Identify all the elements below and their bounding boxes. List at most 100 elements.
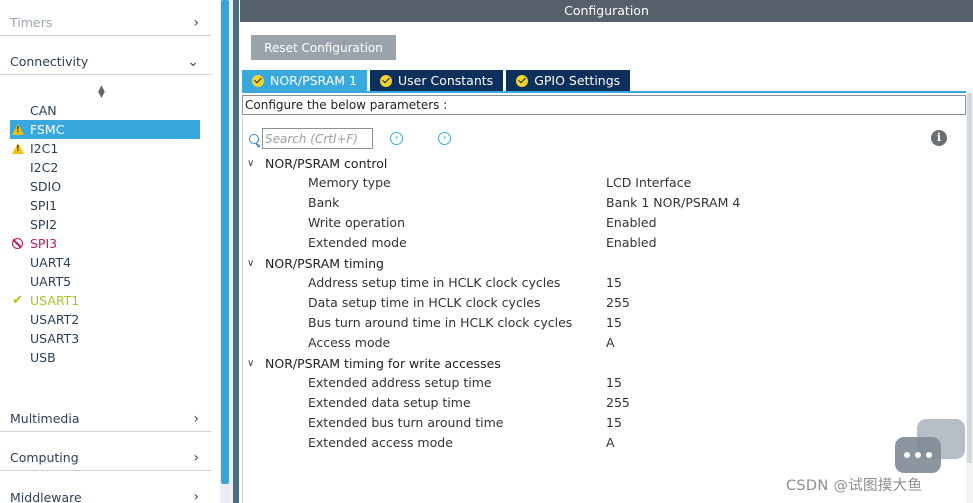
check-circle-icon bbox=[516, 74, 529, 87]
tab-gpio-settings[interactable]: GPIO Settings bbox=[506, 70, 631, 91]
peripheral-item[interactable]: USART3 bbox=[10, 329, 200, 348]
scrollbar-thumb[interactable] bbox=[221, 0, 229, 484]
parameter-row[interactable]: Extended mode Enabled bbox=[243, 233, 963, 253]
sort-icon[interactable]: ▲ ▼ bbox=[98, 85, 105, 100]
parameter-value[interactable]: Enabled bbox=[606, 213, 657, 233]
parameter-value[interactable]: 15 bbox=[606, 313, 622, 333]
tab-label: GPIO Settings bbox=[534, 73, 621, 88]
parameter-name: Data setup time in HCLK clock cycles bbox=[308, 295, 541, 310]
chat-bubble-icon bbox=[895, 419, 965, 473]
parameter-row[interactable]: Memory type LCD Interface bbox=[243, 173, 963, 193]
category-multimedia[interactable]: Multimedia › bbox=[0, 406, 211, 432]
parameter-row[interactable]: Bus turn around time in HCLK clock cycle… bbox=[243, 313, 963, 333]
category-label: Computing bbox=[10, 450, 79, 465]
parameter-value[interactable]: 15 bbox=[606, 373, 622, 393]
peripheral-label: USART1 bbox=[30, 293, 80, 308]
parameter-row[interactable]: Bank Bank 1 NOR/PSRAM 4 bbox=[243, 193, 963, 213]
peripheral-item[interactable]: UART4 bbox=[10, 253, 200, 272]
parameter-name: Write operation bbox=[308, 215, 405, 230]
reset-configuration-button[interactable]: Reset Configuration bbox=[251, 35, 396, 60]
parameter-name: Memory type bbox=[308, 175, 391, 190]
parameter-value[interactable]: 15 bbox=[606, 273, 622, 293]
sidebar-scrollbar[interactable] bbox=[220, 0, 230, 503]
peripheral-item[interactable]: SDIO bbox=[10, 177, 200, 196]
peripheral-label: CAN bbox=[30, 103, 57, 118]
expand-caret-icon[interactable]: ∨ bbox=[247, 358, 265, 369]
next-result-icon[interactable]: › bbox=[438, 132, 451, 145]
parameter-row[interactable]: Data setup time in HCLK clock cycles 255 bbox=[243, 293, 963, 313]
tab-underline bbox=[242, 91, 966, 93]
peripheral-item[interactable]: CAN bbox=[10, 101, 200, 120]
peripheral-item[interactable]: SPI1 bbox=[10, 196, 200, 215]
parameter-value[interactable]: 255 bbox=[606, 293, 630, 313]
peripheral-item[interactable]: I2C1 bbox=[10, 139, 200, 158]
category-label: Connectivity bbox=[10, 54, 89, 69]
peripheral-item[interactable]: FSMC bbox=[10, 120, 200, 139]
peripheral-item[interactable]: I2C2 bbox=[10, 158, 200, 177]
tab-user-constants[interactable]: User Constants bbox=[370, 70, 504, 91]
configure-parameters-label: Configure the below parameters : bbox=[242, 95, 966, 115]
peripheral-item[interactable]: SPI3 bbox=[10, 234, 200, 253]
parameter-value[interactable]: Bank 1 NOR/PSRAM 4 bbox=[606, 193, 740, 213]
parameter-value[interactable]: LCD Interface bbox=[606, 173, 691, 193]
chevron-right-icon: › bbox=[193, 489, 199, 503]
category-label: Middleware bbox=[10, 489, 82, 503]
category-sidebar: Timers › Connectivity ⌄ ▲▼ CAN FSMC I2C1 I2… bbox=[0, 0, 220, 503]
peripheral-label: UART4 bbox=[30, 255, 72, 270]
parameter-row[interactable]: Extended access mode A bbox=[243, 433, 963, 453]
parameter-group[interactable]: ∨ NOR/PSRAM timing for write accesses bbox=[247, 353, 501, 373]
parameter-value[interactable]: 255 bbox=[606, 393, 630, 413]
previous-result-icon[interactable]: ‹ bbox=[390, 132, 403, 145]
chevron-down-icon: ⌄ bbox=[187, 53, 199, 70]
category-connectivity[interactable]: Connectivity ⌄ bbox=[0, 49, 211, 75]
tab-bar: NOR/PSRAM 1 User Constants GPIO Settings bbox=[242, 70, 633, 91]
peripheral-list: CAN FSMC I2C1 I2C2 SDIO SPI1 SPI2 SPI3 UART4 UART… bbox=[10, 101, 200, 367]
panel-title: Configuration bbox=[240, 0, 973, 22]
expand-caret-icon[interactable]: ∨ bbox=[247, 158, 265, 169]
tab-nor-psram-1[interactable]: NOR/PSRAM 1 bbox=[242, 70, 367, 91]
category-computing[interactable]: Computing › bbox=[0, 445, 211, 471]
scrollbar-thumb[interactable] bbox=[967, 93, 972, 463]
search-input[interactable] bbox=[262, 128, 373, 149]
peripheral-label: SDIO bbox=[30, 179, 62, 194]
parameter-row[interactable]: Extended bus turn around time 15 bbox=[243, 413, 963, 433]
status-marker: ✔ bbox=[10, 293, 30, 308]
search-box bbox=[249, 128, 373, 149]
category-middleware[interactable]: Middleware › bbox=[0, 484, 211, 503]
peripheral-item[interactable]: ✔ USART1 bbox=[10, 291, 200, 310]
expand-caret-icon[interactable]: ∨ bbox=[247, 258, 265, 269]
peripheral-label: USB bbox=[30, 350, 56, 365]
tab-label: User Constants bbox=[398, 73, 494, 88]
parameter-row[interactable]: Extended data setup time 255 bbox=[243, 393, 963, 413]
parameter-row[interactable]: Write operation Enabled bbox=[243, 213, 963, 233]
peripheral-label: FSMC bbox=[30, 122, 65, 137]
parameter-row[interactable]: Access mode A bbox=[243, 333, 963, 353]
panel-splitter[interactable] bbox=[233, 0, 239, 503]
parameter-row[interactable]: Extended address setup time 15 bbox=[243, 373, 963, 393]
peripheral-item[interactable]: UART5 bbox=[10, 272, 200, 291]
status-marker bbox=[10, 238, 30, 249]
peripheral-label: I2C1 bbox=[30, 141, 59, 156]
info-icon[interactable]: i bbox=[931, 130, 947, 146]
parameter-group[interactable]: ∨ NOR/PSRAM timing bbox=[247, 253, 384, 273]
parameter-name: Access mode bbox=[308, 335, 391, 350]
category-label: Timers bbox=[10, 15, 53, 30]
parameter-value[interactable]: A bbox=[606, 433, 615, 453]
status-marker bbox=[10, 124, 30, 135]
check-circle-icon bbox=[252, 74, 264, 87]
warning-icon bbox=[12, 124, 24, 135]
category-timers[interactable]: Timers › bbox=[0, 10, 211, 36]
parameter-value[interactable]: Enabled bbox=[606, 233, 657, 253]
parameter-value[interactable]: A bbox=[606, 333, 615, 353]
peripheral-item[interactable]: SPI2 bbox=[10, 215, 200, 234]
parameter-value[interactable]: 15 bbox=[606, 413, 622, 433]
check-circle-icon bbox=[380, 74, 392, 87]
peripheral-item[interactable]: USART2 bbox=[10, 310, 200, 329]
parameter-group[interactable]: ∨ NOR/PSRAM control bbox=[247, 153, 387, 173]
parameter-row[interactable]: Address setup time in HCLK clock cycles 1… bbox=[243, 273, 963, 293]
check-icon: ✔ bbox=[12, 293, 23, 308]
warning-icon bbox=[12, 143, 24, 154]
group-title: NOR/PSRAM timing bbox=[265, 255, 384, 271]
peripheral-item[interactable]: USB bbox=[10, 348, 200, 367]
configuration-panel: Configuration Reset Configuration NOR/PS… bbox=[240, 0, 973, 503]
